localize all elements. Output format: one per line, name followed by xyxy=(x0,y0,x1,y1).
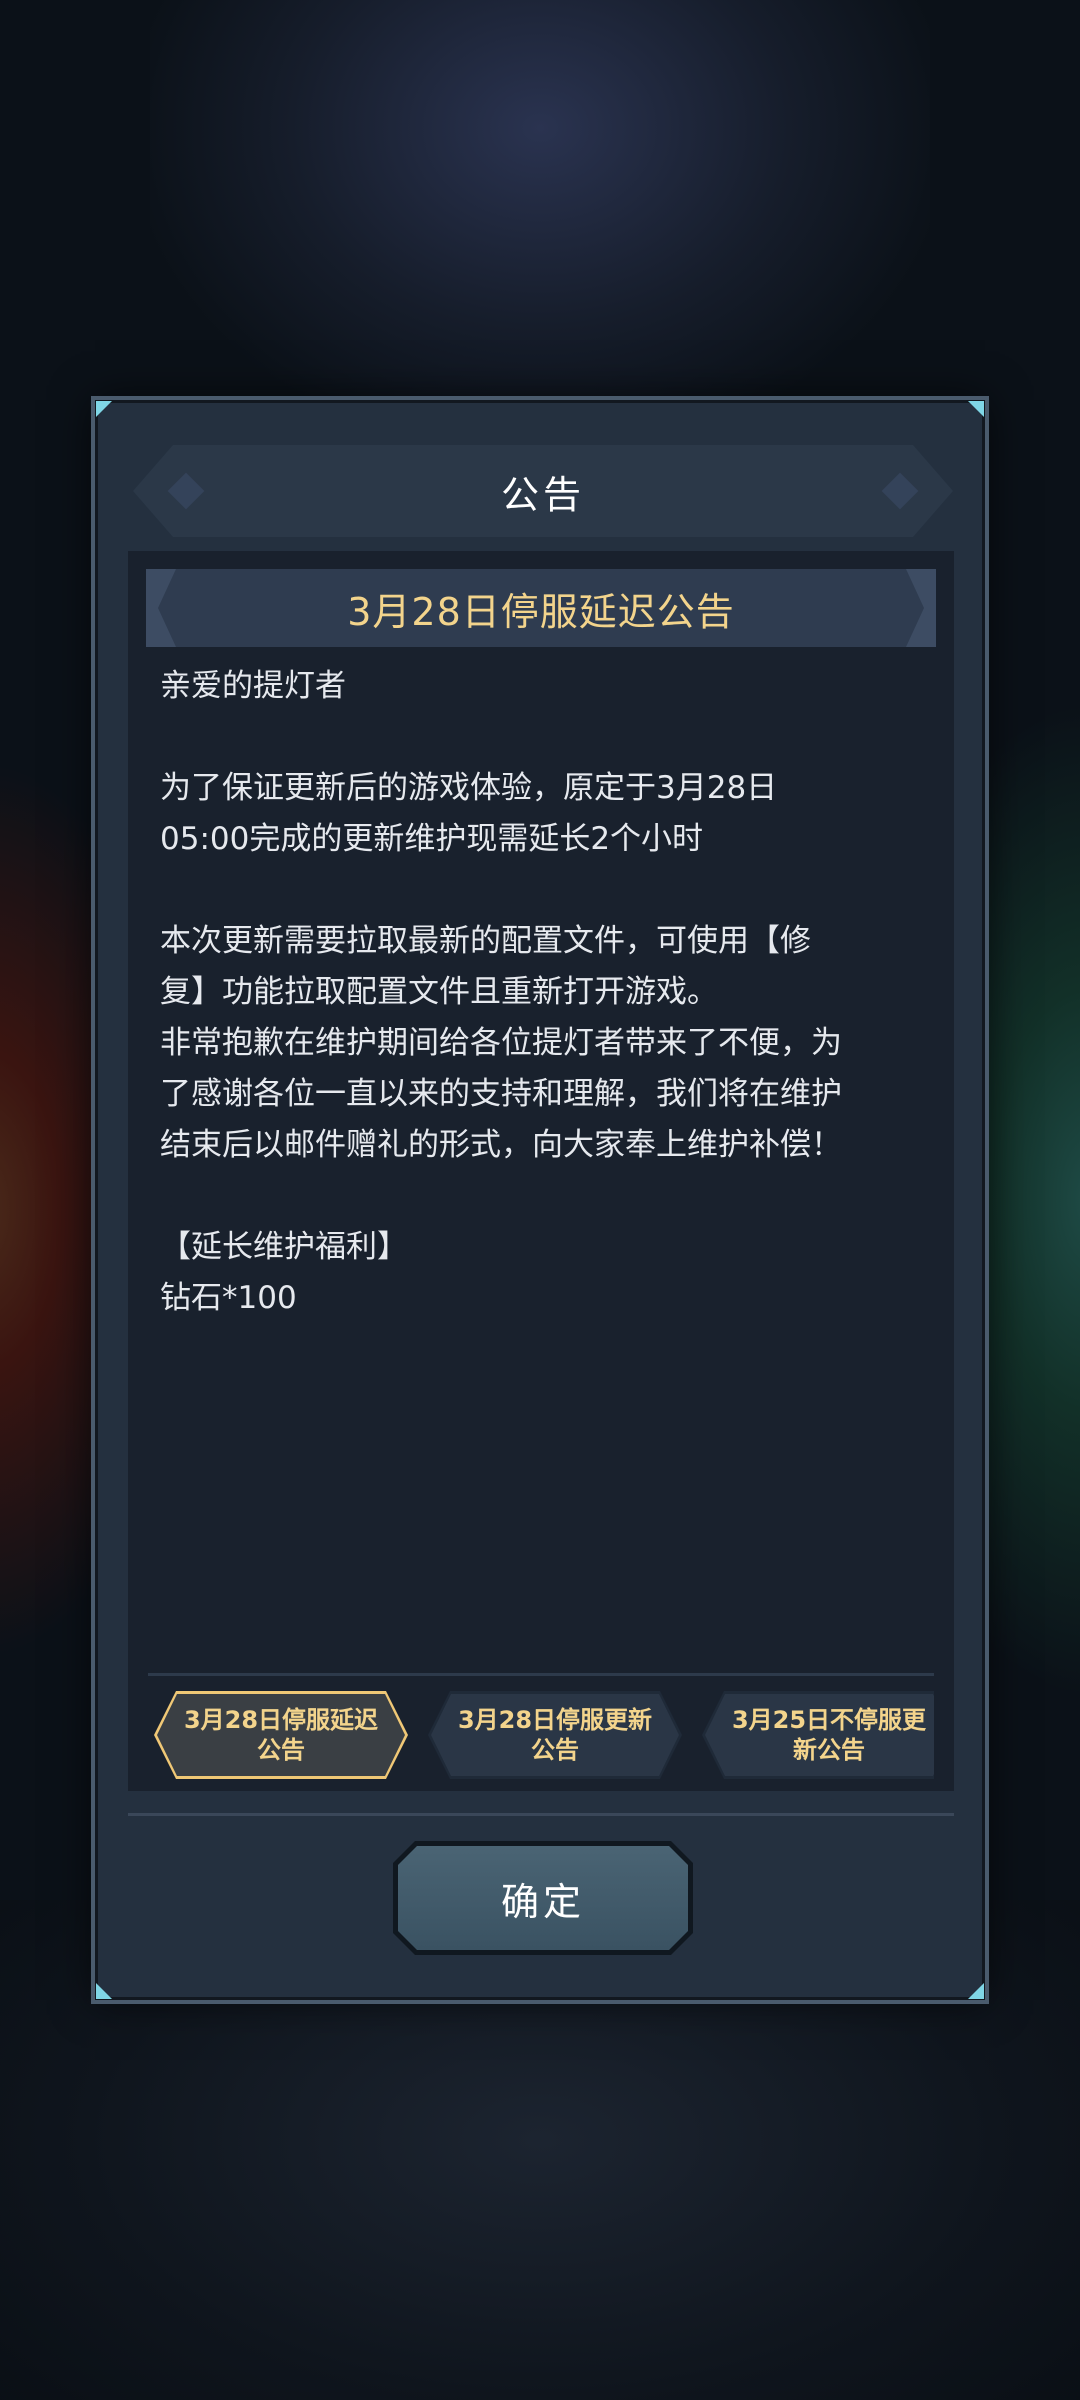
corner-ornament xyxy=(968,401,984,417)
greeting-text: 亲爱的提灯者 xyxy=(160,668,346,704)
announcement-subtitle-bar: 3月28日停服延迟公告 xyxy=(146,569,936,647)
chevron-left-ornament-icon xyxy=(146,569,176,647)
divider xyxy=(128,1813,954,1816)
tab-label: 3月28日停服延迟 公告 xyxy=(183,1706,379,1764)
corner-ornament xyxy=(96,1983,112,1999)
tab-label: 3月25日不停服更 新公告 xyxy=(731,1706,927,1764)
announcement-body: 亲爱的提灯者 为了保证更新后的游戏体验，原定于3月28日 05:00完成的更新维… xyxy=(160,661,930,1324)
dialog-title: 公告 xyxy=(500,472,585,517)
diamond-ornament-icon xyxy=(168,473,205,510)
announcement-subtitle: 3月28日停服延迟公告 xyxy=(347,589,735,634)
benefit-item: 钻石*100 xyxy=(160,1280,297,1316)
corner-ornament xyxy=(96,401,112,417)
diamond-ornament-icon xyxy=(882,473,919,510)
dragon-silhouette xyxy=(150,0,930,440)
chevron-right-ornament-icon xyxy=(906,569,936,647)
confirm-button[interactable]: 确定 xyxy=(393,1841,693,1955)
announcement-tabs[interactable]: 3月28日停服延迟 公告 3月28日停服更新 公告 3月25日不停服更 新公告 xyxy=(148,1685,934,1785)
tab-label: 3月28日停服更新 公告 xyxy=(457,1706,653,1764)
tab-announcement-update[interactable]: 3月28日停服更新 公告 xyxy=(428,1691,682,1779)
tab-announcement-no-downtime[interactable]: 3月25日不停服更 新公告 xyxy=(702,1691,934,1779)
dialog-title-banner: 公告 xyxy=(133,445,953,537)
announcement-content-panel[interactable]: 3月28日停服延迟公告 亲爱的提灯者 为了保证更新后的游戏体验，原定于3月28日… xyxy=(128,551,954,1791)
corner-ornament xyxy=(968,1983,984,1999)
divider xyxy=(148,1673,934,1676)
benefit-title: 【延长维护福利】 xyxy=(160,1229,408,1265)
tab-announcement-delay[interactable]: 3月28日停服延迟 公告 xyxy=(154,1691,408,1779)
body-paragraph: 本次更新需要拉取最新的配置文件，可使用【修 复】功能拉取配置文件且重新打开游戏。… xyxy=(160,923,842,1163)
confirm-button-label: 确定 xyxy=(500,1879,585,1924)
announcement-dialog: 公告 3月28日停服延迟公告 亲爱的提灯者 为了保证更新后的游戏体验，原定于3月… xyxy=(95,400,985,2000)
body-paragraph: 为了保证更新后的游戏体验，原定于3月28日 05:00完成的更新维护现需延长2个… xyxy=(160,770,778,857)
